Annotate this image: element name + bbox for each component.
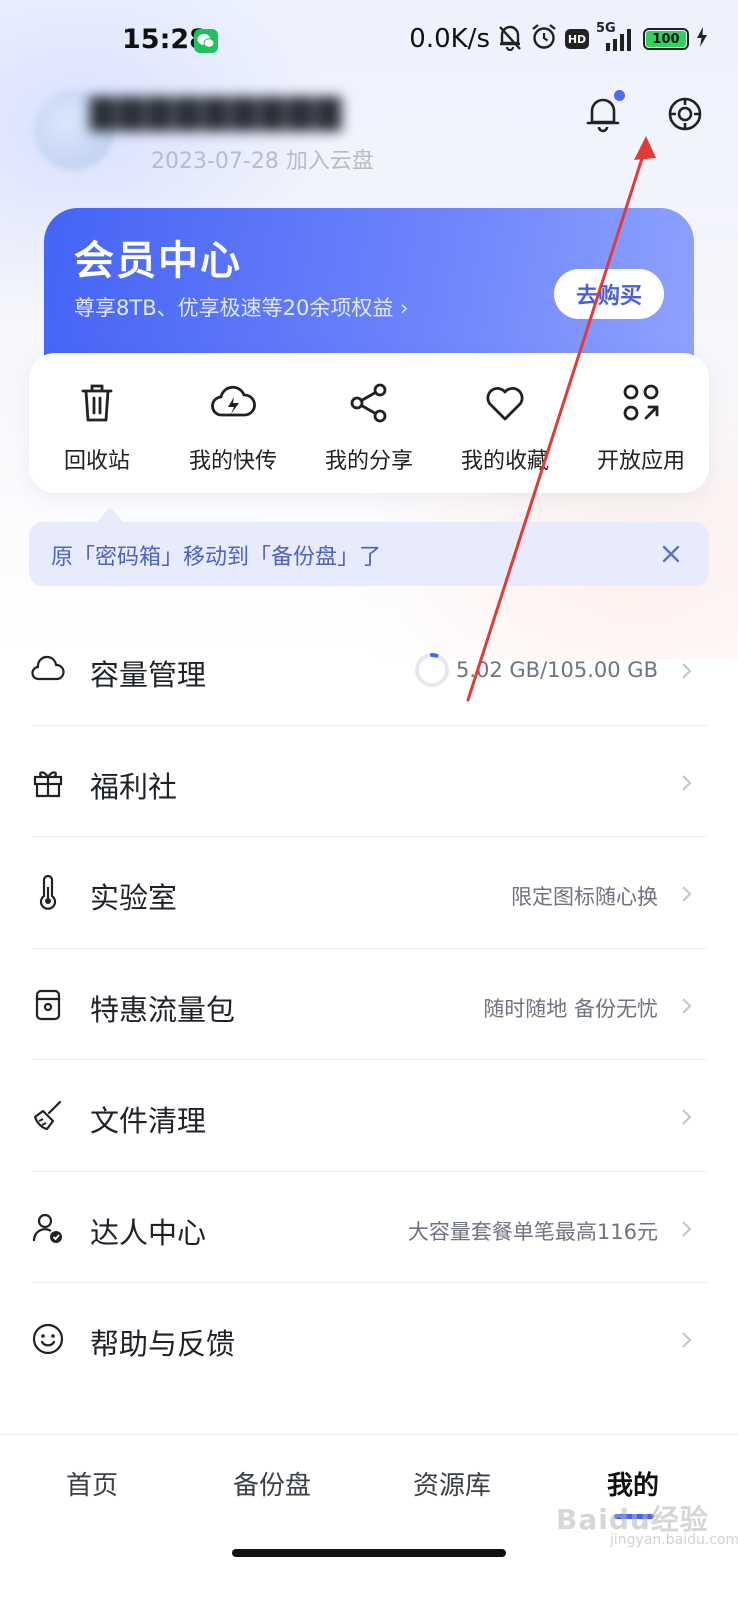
join-date: 2023-07-28 加入云盘	[151, 149, 374, 174]
close-icon[interactable]	[659, 542, 683, 566]
tab-resources[interactable]: 资源库	[413, 1465, 491, 1502]
menu-item-storage[interactable]: 容量管理 5.02 GB/105.00 GB	[0, 614, 738, 726]
menu-list: 容量管理 5.02 GB/105.00 GB 福利社 实验室 限定图标随心换 特…	[0, 614, 738, 1395]
user-badge-icon	[30, 1210, 66, 1246]
menu-item-label: 文件清理	[90, 1104, 207, 1138]
storage-usage-ring	[414, 652, 450, 688]
menu-item-value: 随时随地 备份无忧	[483, 996, 658, 1021]
tab-backup[interactable]: 备份盘	[233, 1465, 311, 1502]
tab-home[interactable]: 首页	[66, 1465, 118, 1502]
quick-action-recycle-bin[interactable]: 回收站	[29, 353, 165, 493]
heart-icon	[481, 379, 529, 427]
broom-icon	[30, 1098, 66, 1134]
status-bar: 15:28 0.0K/s HD 5G 100	[0, 0, 738, 84]
quick-action-label: 我的快传	[188, 449, 277, 474]
menu-item-lab[interactable]: 实验室 限定图标随心换	[0, 837, 738, 949]
menu-item-label: 容量管理	[90, 658, 207, 692]
alarm-clock-icon	[530, 23, 558, 55]
apps-icon	[617, 379, 665, 427]
quick-action-my-shares[interactable]: 我的分享	[301, 353, 437, 493]
menu-item-file-cleanup[interactable]: 文件清理	[0, 1060, 738, 1172]
menu-item-label: 达人中心	[90, 1215, 207, 1250]
vip-title: 会员中心	[74, 238, 242, 284]
quick-action-label: 开放应用	[596, 449, 685, 474]
quick-action-open-apps[interactable]: 开放应用	[573, 353, 709, 493]
menu-item-value: 限定图标随心换	[511, 885, 658, 909]
baidu-watermark-url: jingyan.baidu.com	[610, 1532, 738, 1548]
settings-gear-icon[interactable]	[665, 94, 705, 134]
menu-item-welfare[interactable]: 福利社	[0, 726, 738, 837]
data-pack-icon	[30, 987, 66, 1023]
chevron-right-icon	[680, 773, 694, 793]
share-icon	[345, 379, 393, 427]
thermometer-icon	[30, 874, 66, 911]
hd-voice-icon: HD	[565, 29, 589, 49]
smile-icon	[30, 1321, 66, 1357]
username-blurred: ▇▇▇▇▇▇▇▇▇	[90, 92, 344, 132]
menu-item-help-feedback[interactable]: 帮助与反馈	[0, 1283, 738, 1395]
battery-icon: 100	[643, 28, 689, 50]
menu-item-data-pack[interactable]: 特惠流量包 随时随地 备份无忧	[0, 949, 738, 1060]
chevron-right-icon	[680, 1330, 694, 1350]
trash-icon	[73, 379, 121, 427]
storage-usage-value: 5.02 GB/105.00 GB	[455, 658, 658, 682]
quick-action-label: 我的分享	[324, 449, 413, 474]
vip-subtitle[interactable]: 尊享8TB、优享极速等20余项权益 ›	[74, 292, 408, 322]
menu-item-value: 大容量套餐单笔最高116元	[407, 1219, 658, 1244]
cloud-icon	[30, 652, 66, 688]
tab-mine[interactable]: 我的	[607, 1465, 659, 1502]
notice-pointer	[96, 507, 124, 523]
chevron-right-icon	[680, 1107, 694, 1127]
quick-action-label: 我的收藏	[460, 449, 549, 474]
chevron-right-icon	[680, 996, 694, 1016]
signal-5g-icon: 5G	[596, 21, 636, 53]
chevron-right-icon	[680, 1219, 694, 1239]
quick-action-fast-transfer[interactable]: 我的快传	[165, 353, 301, 493]
notice-banner[interactable]: 原「密码箱」移动到「备份盘」了	[29, 522, 709, 586]
home-indicator[interactable]	[232, 1549, 506, 1557]
notice-text: 原「密码箱」移动到「备份盘」了	[51, 545, 382, 570]
menu-item-label: 实验室	[90, 881, 178, 915]
gift-icon	[30, 764, 66, 800]
menu-item-label: 福利社	[90, 769, 178, 804]
status-net-speed: 0.0K/s	[409, 24, 490, 54]
quick-action-favorites[interactable]: 我的收藏	[437, 353, 573, 493]
battery-level: 100	[646, 31, 686, 47]
wechat-notification-icon	[194, 29, 218, 53]
chevron-right-icon	[680, 661, 694, 681]
notification-dot	[614, 90, 625, 101]
menu-item-label: 帮助与反馈	[90, 1327, 236, 1361]
vip-buy-button[interactable]: 去购买	[554, 269, 664, 319]
chevron-right-icon	[680, 884, 694, 904]
mute-bell-icon	[497, 23, 523, 55]
menu-item-label: 特惠流量包	[90, 992, 236, 1027]
quick-actions-panel: 回收站 我的快传 我的分享 我的收藏 开放应用	[29, 353, 709, 493]
quick-action-label: 回收站	[63, 449, 130, 474]
charging-icon	[696, 26, 708, 52]
cloud-lightning-icon	[209, 379, 257, 427]
menu-item-creator-center[interactable]: 达人中心 大容量套餐单笔最高116元	[0, 1172, 738, 1283]
